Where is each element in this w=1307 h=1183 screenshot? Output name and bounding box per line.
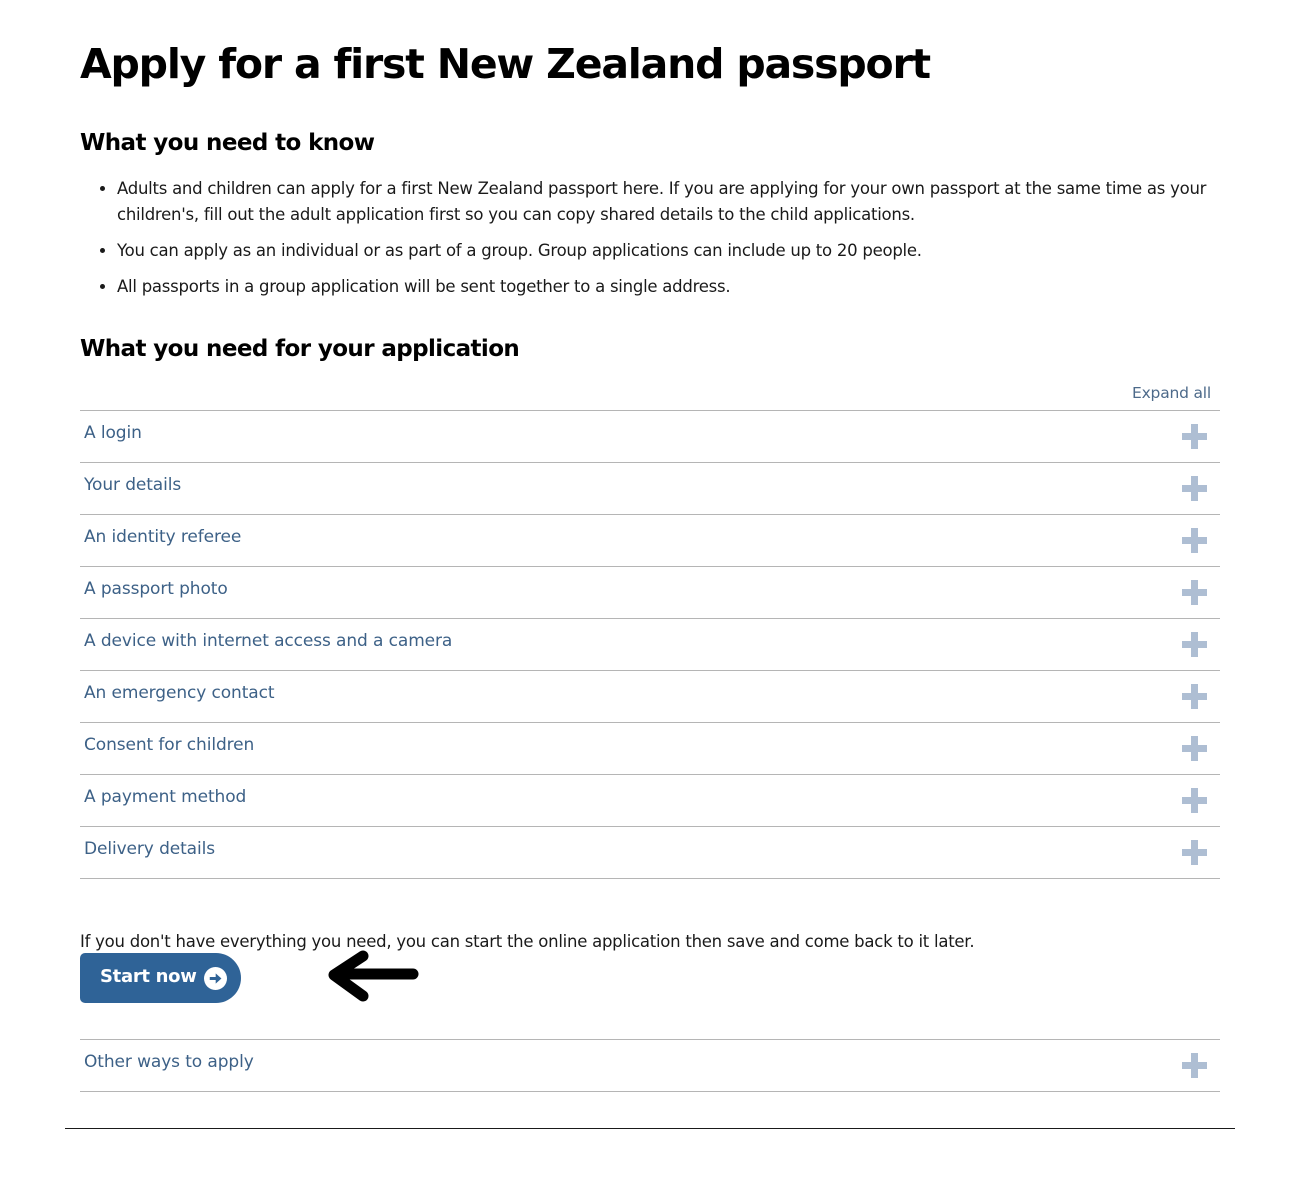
accordion-item-label: A passport photo — [84, 579, 228, 599]
accordion-item-emergency-contact[interactable]: An emergency contact — [80, 671, 1220, 723]
plus-icon — [1182, 424, 1207, 449]
accordion-item-label: Delivery details — [84, 839, 216, 859]
accordion-item-label: An identity referee — [84, 527, 242, 547]
info-list-item: You can apply as an individual or as par… — [117, 238, 1220, 264]
footer-divider — [65, 1128, 1235, 1129]
arrow-circle-right-icon — [204, 967, 227, 990]
requirements-accordion: A login Your details An identity referee… — [80, 410, 1220, 879]
start-now-label: Start now — [100, 966, 197, 987]
accordion-item-login[interactable]: A login — [80, 411, 1220, 463]
accordion-item-label: Consent for children — [84, 735, 255, 755]
pointer-arrow-left-icon — [328, 950, 419, 1002]
start-now-button[interactable]: Start now — [80, 953, 241, 1003]
plus-icon — [1182, 476, 1207, 501]
accordion-item-label: A login — [84, 423, 142, 443]
section-heading-what-you-need-to-know: What you need to know — [80, 130, 375, 156]
page-title: Apply for a first New Zealand passport — [80, 40, 931, 88]
accordion-item-label: A payment method — [84, 787, 247, 807]
accordion-item-payment-method[interactable]: A payment method — [80, 775, 1220, 827]
accordion-item-delivery-details[interactable]: Delivery details — [80, 827, 1220, 879]
info-list-item: All passports in a group application wil… — [117, 274, 1220, 300]
accordion-item-other-ways-to-apply[interactable]: Other ways to apply — [80, 1040, 1220, 1092]
info-list: Adults and children can apply for a firs… — [80, 176, 1220, 310]
accordion-item-consent-for-children[interactable]: Consent for children — [80, 723, 1220, 775]
expand-all-link[interactable]: Expand all — [1132, 384, 1211, 402]
save-and-return-note: If you don't have everything you need, y… — [80, 931, 975, 951]
plus-icon — [1182, 684, 1207, 709]
accordion-item-label: Your details — [84, 475, 182, 495]
accordion-item-label: An emergency contact — [84, 683, 275, 703]
accordion-item-your-details[interactable]: Your details — [80, 463, 1220, 515]
accordion-item-label: Other ways to apply — [84, 1052, 254, 1072]
info-list-item: Adults and children can apply for a firs… — [117, 176, 1220, 228]
plus-icon — [1182, 580, 1207, 605]
accordion-item-passport-photo[interactable]: A passport photo — [80, 567, 1220, 619]
plus-icon — [1182, 1053, 1207, 1078]
other-ways-accordion: Other ways to apply — [80, 1039, 1220, 1092]
plus-icon — [1182, 736, 1207, 761]
accordion-item-label: A device with internet access and a came… — [84, 631, 453, 651]
plus-icon — [1182, 528, 1207, 553]
plus-icon — [1182, 788, 1207, 813]
section-heading-what-you-need-for-application: What you need for your application — [80, 336, 520, 362]
plus-icon — [1182, 840, 1207, 865]
accordion-item-device[interactable]: A device with internet access and a came… — [80, 619, 1220, 671]
accordion-item-identity-referee[interactable]: An identity referee — [80, 515, 1220, 567]
plus-icon — [1182, 632, 1207, 657]
